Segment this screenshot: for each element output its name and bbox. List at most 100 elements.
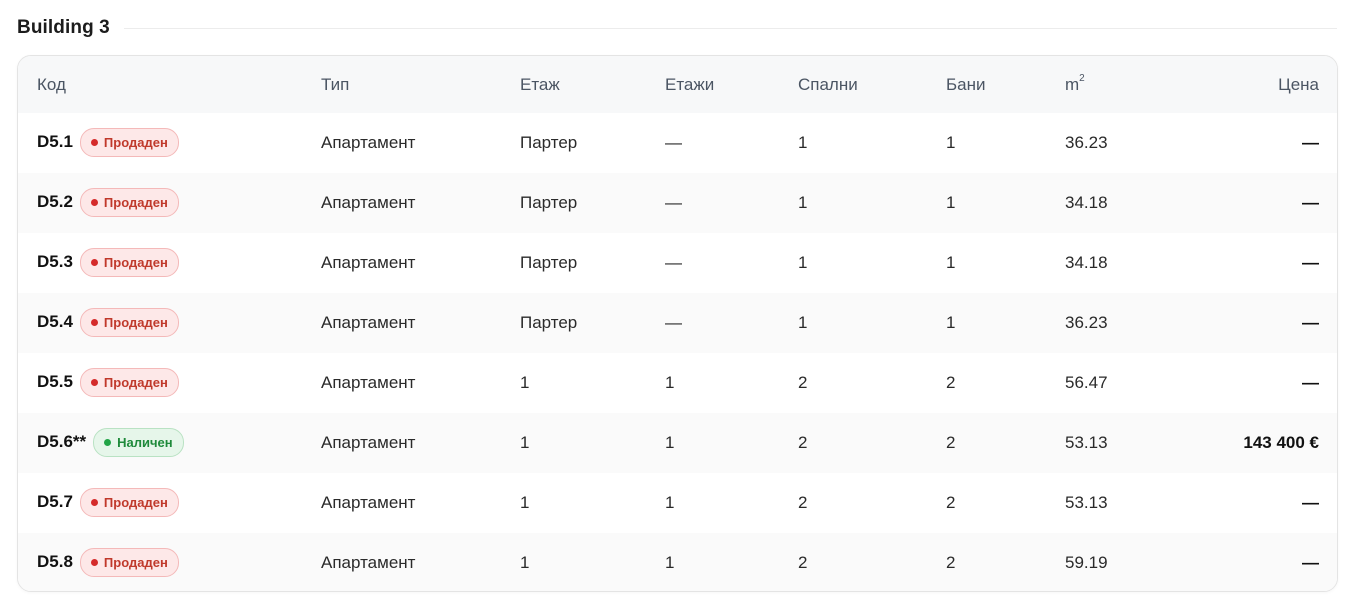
cell-area: 53.13 — [1065, 493, 1108, 512]
cell-price: — — [1302, 493, 1319, 512]
table-row[interactable]: D5.6** Наличен Апартамент 1 1 2 2 53.13 143 400 … — [18, 413, 1337, 473]
status-label: Продаден — [103, 494, 168, 510]
cell-type: Апартамент — [321, 433, 416, 452]
cell-area: 36.23 — [1065, 133, 1108, 152]
section-divider — [123, 27, 1337, 29]
status-dot-icon — [90, 138, 98, 146]
cell-bathrooms: 2 — [946, 433, 956, 452]
table-row[interactable]: D5.8 Продаден Апартамент 1 1 2 2 59.19 — — [18, 533, 1337, 591]
cell-floors: — — [665, 193, 682, 212]
cell-type: Апартамент — [321, 553, 416, 572]
unit-code[interactable]: D5.6** — [37, 432, 86, 451]
unit-code[interactable]: D5.1 — [37, 132, 73, 151]
status-badge: Продаден — [79, 367, 179, 397]
header-bathrooms[interactable]: Бани — [946, 56, 1065, 113]
cell-price: — — [1302, 193, 1319, 212]
cell-bathrooms: 1 — [946, 313, 956, 332]
status-label: Продаден — [103, 254, 168, 270]
section-header: Building 3 — [17, 14, 1337, 42]
unit-code[interactable]: D5.3 — [37, 252, 73, 271]
header-price[interactable]: Цена — [1185, 56, 1337, 113]
units-table-card: Код Тип Етаж Етажи Спални Бани m2 Цена D… — [17, 55, 1338, 592]
unit-code[interactable]: D5.4 — [37, 312, 73, 331]
cell-bathrooms: 1 — [946, 133, 956, 152]
unit-code[interactable]: D5.2 — [37, 192, 73, 211]
table-row[interactable]: D5.3 Продаден Апартамент Партер — 1 1 34.18 — — [18, 233, 1337, 293]
status-badge: Продаден — [79, 247, 179, 277]
status-badge: Наличен — [93, 427, 184, 457]
table-row[interactable]: D5.4 Продаден Апартамент Партер — 1 1 36.23 — — [18, 293, 1337, 353]
cell-bathrooms: 2 — [946, 493, 956, 512]
status-badge: Продаден — [79, 127, 179, 157]
status-badge: Продаден — [79, 187, 179, 217]
cell-floors: — — [665, 253, 682, 272]
status-label: Продаден — [103, 194, 168, 210]
header-type[interactable]: Тип — [321, 56, 520, 113]
cell-floors: 1 — [665, 373, 675, 392]
cell-price: — — [1302, 253, 1319, 272]
cell-type: Апартамент — [321, 193, 416, 212]
table-row[interactable]: D5.2 Продаден Апартамент Партер — 1 1 34.18 — — [18, 173, 1337, 233]
cell-code: D5.3 Продаден — [18, 233, 321, 293]
status-dot-icon — [90, 318, 98, 326]
cell-floors: 1 — [665, 433, 675, 452]
cell-floor: Партер — [520, 313, 578, 332]
cell-floors: — — [665, 133, 682, 152]
cell-price: 143 400 € — [1243, 433, 1319, 452]
status-dot-icon — [90, 558, 98, 566]
status-badge: Продаден — [79, 547, 179, 577]
header-area-exponent: 2 — [1079, 72, 1085, 84]
header-area[interactable]: m2 — [1065, 56, 1185, 113]
cell-bathrooms: 1 — [946, 253, 956, 272]
unit-code[interactable]: D5.5 — [37, 372, 73, 391]
table-row[interactable]: D5.1 Продаден Апартамент Партер — 1 1 36.23 — — [18, 113, 1337, 173]
header-area-unit: m — [1065, 74, 1080, 94]
cell-floor: 1 — [520, 493, 530, 512]
cell-code: D5.2 Продаден — [18, 173, 321, 233]
cell-area: 34.18 — [1065, 193, 1108, 212]
cell-bedrooms: 1 — [798, 133, 808, 152]
table-row[interactable]: D5.7 Продаден Апартамент 1 1 2 2 53.13 — — [18, 473, 1337, 533]
section-title: Building 3 — [17, 17, 110, 38]
status-badge: Продаден — [79, 307, 179, 337]
table-row[interactable]: D5.5 Продаден Апартамент 1 1 2 2 56.47 — — [18, 353, 1337, 413]
status-dot-icon — [90, 378, 98, 386]
cell-floors: 1 — [665, 493, 675, 512]
cell-price: — — [1302, 133, 1319, 152]
cell-area: 53.13 — [1065, 433, 1108, 452]
cell-floors: — — [665, 313, 682, 332]
cell-code: D5.6** Наличен — [18, 413, 321, 473]
cell-code: D5.4 Продаден — [18, 293, 321, 353]
cell-floor: Партер — [520, 193, 578, 212]
cell-floor: 1 — [520, 433, 530, 452]
status-label: Продаден — [103, 554, 168, 570]
status-dot-icon — [104, 438, 112, 446]
cell-code: D5.8 Продаден — [18, 533, 321, 591]
header-floor[interactable]: Етаж — [520, 56, 665, 113]
units-table: Код Тип Етаж Етажи Спални Бани m2 Цена D… — [18, 56, 1337, 591]
cell-bedrooms: 1 — [798, 313, 808, 332]
cell-code: D5.5 Продаден — [18, 353, 321, 413]
cell-bedrooms: 2 — [798, 433, 808, 452]
cell-price: — — [1302, 313, 1319, 332]
cell-bathrooms: 2 — [946, 553, 956, 572]
cell-floor: Партер — [520, 133, 578, 152]
status-label: Продаден — [103, 374, 168, 390]
cell-area: 59.19 — [1065, 553, 1108, 572]
cell-price: — — [1302, 373, 1319, 392]
status-label: Наличен — [117, 434, 173, 450]
cell-floor: Партер — [520, 253, 578, 272]
cell-floors: 1 — [665, 553, 675, 572]
cell-bedrooms: 2 — [798, 493, 808, 512]
cell-bedrooms: 2 — [798, 373, 808, 392]
cell-bathrooms: 2 — [946, 373, 956, 392]
cell-bedrooms: 1 — [798, 193, 808, 212]
cell-area: 34.18 — [1065, 253, 1108, 272]
header-floors[interactable]: Етажи — [665, 56, 798, 113]
unit-code[interactable]: D5.8 — [37, 552, 73, 571]
header-code[interactable]: Код — [18, 56, 321, 113]
cell-type: Апартамент — [321, 373, 416, 392]
cell-type: Апартамент — [321, 133, 416, 152]
header-bedrooms[interactable]: Спални — [798, 56, 946, 113]
unit-code[interactable]: D5.7 — [37, 492, 73, 511]
